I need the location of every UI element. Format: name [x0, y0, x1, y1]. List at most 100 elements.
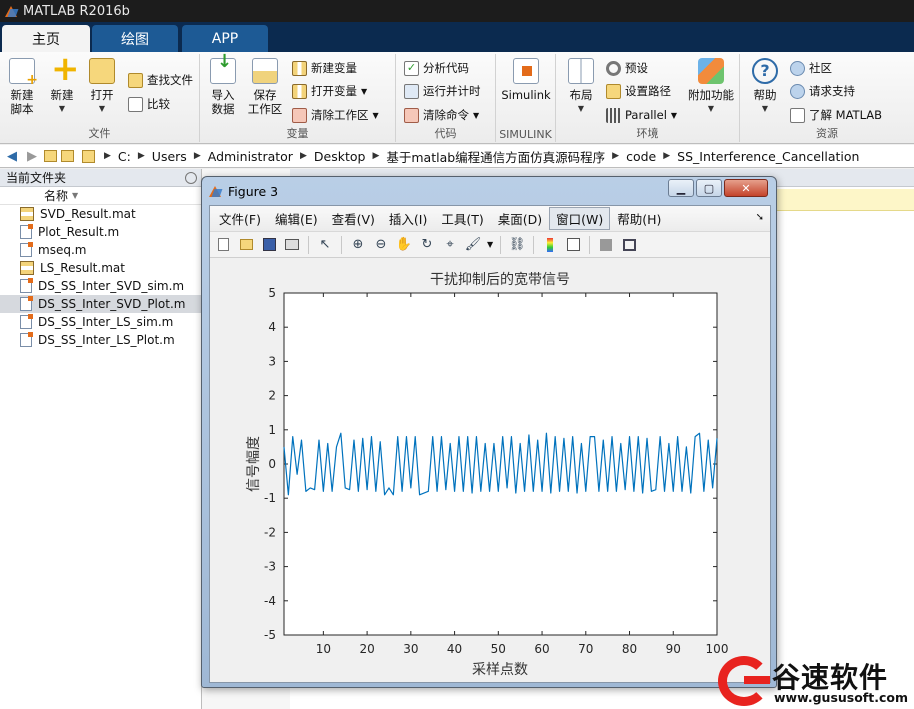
breadcrumb-item[interactable]: Desktop: [314, 149, 366, 164]
breadcrumb-item[interactable]: Users: [152, 149, 187, 164]
minimize-button[interactable]: ▁: [668, 179, 694, 197]
save-workspace-button[interactable]: 保存 工作区: [244, 56, 286, 116]
tab-plots[interactable]: 绘图: [92, 25, 178, 52]
forward-arrow-icon[interactable]: ▶: [24, 148, 40, 164]
current-folder-header: 当前文件夹: [0, 169, 201, 187]
pointer-icon[interactable]: ↖: [316, 236, 334, 254]
menubar-expand-icon[interactable]: ➘: [756, 212, 764, 223]
help-button[interactable]: ? 帮助 ▼: [744, 56, 786, 116]
file-list-item[interactable]: DS_SS_Inter_SVD_sim.m: [0, 277, 201, 295]
file-list-item[interactable]: SVD_Result.mat: [0, 205, 201, 223]
brush-icon[interactable]: 🖌: [464, 236, 482, 254]
x-tick-label: 50: [491, 642, 506, 656]
breadcrumb-item[interactable]: code: [626, 149, 656, 164]
back-arrow-icon[interactable]: ◀: [4, 148, 20, 164]
request-support-button[interactable]: 请求支持: [790, 81, 855, 101]
clear-commands-icon: [404, 107, 419, 123]
panel-title: 当前文件夹: [6, 171, 67, 185]
legend-icon[interactable]: [564, 236, 582, 254]
breadcrumb-item[interactable]: 基于matlab编程通信方面仿真源码程序: [386, 147, 605, 166]
file-list-item[interactable]: DS_SS_Inter_LS_Plot.m: [0, 331, 201, 349]
browse-folder-icon[interactable]: [61, 150, 74, 162]
data-cursor-icon[interactable]: ⌖: [441, 236, 459, 254]
file-list-item[interactable]: DS_SS_Inter_SVD_Plot.m: [0, 295, 201, 313]
up-folder-icon[interactable]: [44, 150, 57, 162]
open-button[interactable]: 打开 ▼: [81, 56, 123, 116]
open-variable-button[interactable]: 打开变量 ▼: [292, 81, 367, 101]
save-workspace-icon: [252, 58, 278, 84]
simulink-button[interactable]: Simulink: [500, 56, 552, 102]
x-tick-label: 80: [622, 642, 637, 656]
hide-plot-tools-icon[interactable]: [597, 236, 615, 254]
gear-icon: [606, 60, 621, 76]
panel-menu-icon[interactable]: [185, 171, 197, 184]
figure-menu-item[interactable]: 查看(V): [325, 207, 382, 230]
watermark-url: www.gususoft.com: [774, 690, 908, 705]
figure-menu-item[interactable]: 编辑(E): [268, 207, 325, 230]
ribbon-group-file: + 新建 脚本 + 新建 ▼ 打开 ▼ 查找文件 比较 文件: [0, 52, 200, 142]
zoom-out-icon[interactable]: ⊖: [372, 236, 390, 254]
figure-menu-item[interactable]: 插入(I): [382, 207, 434, 230]
preferences-button[interactable]: 预设: [606, 58, 648, 78]
compare-button[interactable]: 比较: [128, 94, 170, 114]
new-figure-icon[interactable]: [214, 236, 232, 254]
find-files-button[interactable]: 查找文件: [128, 70, 193, 90]
chevron-down-icon: ▼: [98, 104, 106, 113]
colorbar-icon[interactable]: [541, 236, 559, 254]
figure-menu-item[interactable]: 窗口(W): [549, 207, 611, 230]
community-button[interactable]: 社区: [790, 58, 832, 78]
parallel-button[interactable]: Parallel ▼: [606, 105, 677, 125]
find-files-icon: [128, 72, 143, 88]
app-title: MATLAB R2016b: [23, 3, 130, 19]
folder-icon: [606, 83, 621, 99]
tab-apps[interactable]: APP: [182, 25, 268, 52]
support-icon: [790, 83, 805, 99]
column-header-name[interactable]: 名称 ▼: [0, 187, 201, 205]
figure-menu-item[interactable]: 工具(T): [434, 207, 490, 230]
figure-menu-item[interactable]: 文件(F): [212, 207, 268, 230]
clear-commands-button[interactable]: 清除命令 ▼: [404, 105, 479, 125]
new-variable-button[interactable]: 新建变量: [292, 58, 357, 78]
ribbon-group-resources: ? 帮助 ▼ 社区 请求支持 了解 MATLAB 资源: [740, 54, 914, 142]
breadcrumb-separator-icon: ▶: [612, 151, 620, 161]
open-variable-icon: [292, 83, 307, 99]
close-button[interactable]: ✕: [724, 179, 768, 197]
figure-menubar: 文件(F) 编辑(E) 查看(V) 插入(I) 工具(T) 桌面(D) 窗口(W) 帮助(H)…: [210, 206, 770, 232]
run-and-time-button[interactable]: 运行并计时: [404, 81, 481, 101]
maximize-button[interactable]: ▢: [696, 179, 722, 197]
pan-hand-icon[interactable]: ✋: [395, 236, 413, 254]
print-icon[interactable]: [283, 236, 301, 254]
zoom-in-icon[interactable]: ⊕: [349, 236, 367, 254]
figure-menu-item[interactable]: 桌面(D): [491, 207, 549, 230]
chart-title: 干扰抑制后的宽带信号: [430, 271, 570, 288]
layout-button[interactable]: 布局 ▼: [560, 56, 602, 116]
open-file-icon[interactable]: [237, 236, 255, 254]
file-list-item[interactable]: Plot_Result.m: [0, 223, 201, 241]
sort-down-icon: ▼: [72, 191, 79, 200]
chevron-down-icon[interactable]: ▼: [487, 240, 493, 249]
analyze-code-button[interactable]: ✓ 分析代码: [404, 58, 469, 78]
set-path-button[interactable]: 设置路径: [606, 81, 671, 101]
tab-home[interactable]: 主页: [2, 25, 90, 52]
rotate-3d-icon[interactable]: ↻: [418, 236, 436, 254]
mat-file-icon: [20, 261, 34, 275]
figure-window: Figure 3 ▁ ▢ ✕ 文件(F) 编辑(E) 查看(V) 插入(I) 工具(T)…: [201, 176, 777, 688]
breadcrumb-item[interactable]: SS_Interference_Cancellation: [677, 149, 859, 164]
file-list-item[interactable]: DS_SS_Inter_LS_sim.m: [0, 313, 201, 331]
clear-workspace-button[interactable]: 清除工作区 ▼: [292, 105, 379, 125]
breadcrumb-item[interactable]: C:: [118, 149, 131, 164]
breadcrumb-item[interactable]: Administrator: [208, 149, 293, 164]
new-script-button[interactable]: + 新建 脚本: [1, 56, 43, 116]
file-list-item[interactable]: LS_Result.mat: [0, 259, 201, 277]
file-list-item[interactable]: mseq.m: [0, 241, 201, 259]
link-plot-icon[interactable]: ⛓: [508, 236, 526, 254]
save-icon[interactable]: [260, 236, 278, 254]
addons-button[interactable]: 附加功能 ▼: [686, 56, 736, 116]
new-button[interactable]: + 新建 ▼: [41, 52, 83, 116]
learn-matlab-button[interactable]: 了解 MATLAB: [790, 105, 882, 125]
figure-menu-item[interactable]: 帮助(H): [610, 207, 668, 230]
file-name: DS_SS_Inter_SVD_sim.m: [38, 279, 185, 293]
y-tick-label: 4: [268, 320, 276, 334]
import-data-button[interactable]: ↓ 导入 数据: [202, 53, 244, 116]
show-plot-tools-icon[interactable]: [620, 236, 638, 254]
